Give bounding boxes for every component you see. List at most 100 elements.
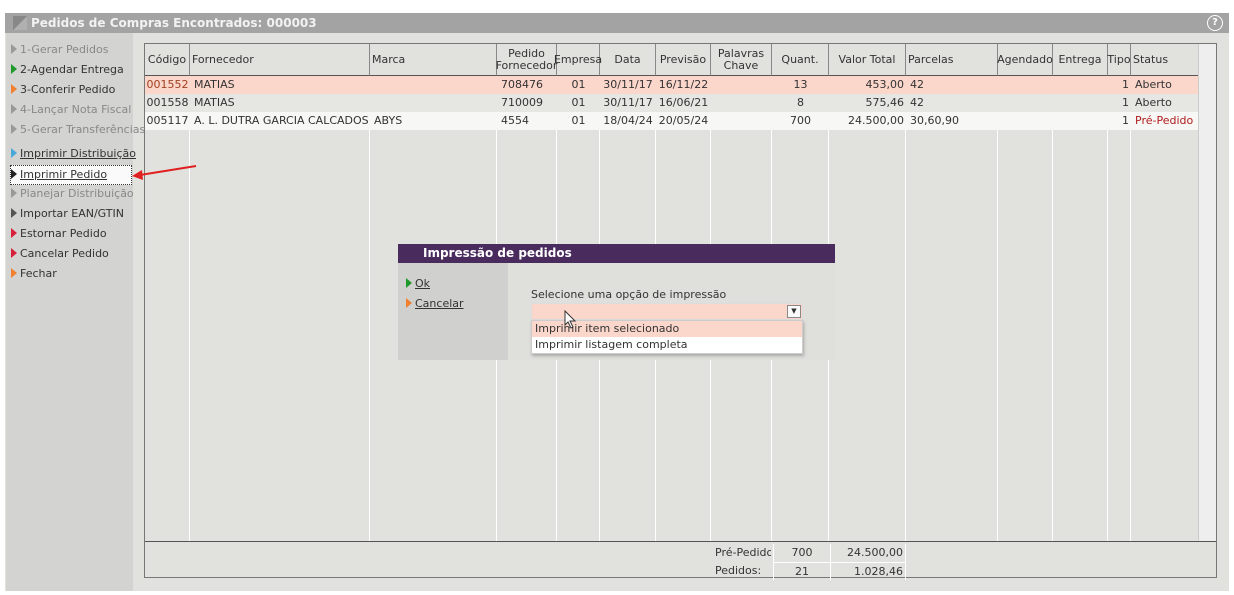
play-icon — [11, 228, 17, 238]
table-row[interactable]: 001558 MATIAS 710009 01 30/11/17 16/06/21 8 575… — [145, 94, 1200, 112]
sidebar-item-label: 3-Conferir Pedido — [20, 83, 116, 96]
cell-fornecedor: MATIAS — [194, 96, 235, 109]
play-icon — [406, 278, 412, 288]
sidebar-item-3-conferir-pedido[interactable]: 3-Conferir Pedido — [11, 81, 115, 99]
sidebar-item-1-gerar-pedidos[interactable]: 1-Gerar Pedidos — [11, 41, 108, 59]
cell-previs-o: 20/05/24 — [658, 114, 709, 127]
column-header-parcelas[interactable]: Parcelas — [906, 44, 998, 76]
cell-quant-: 8 — [797, 96, 804, 109]
sidebar-item-importar-ean-gtin[interactable]: Importar EAN/GTIN — [11, 205, 124, 223]
sidebar-item-label: Cancelar Pedido — [20, 247, 109, 260]
cell-fornecedor: MATIAS — [194, 78, 235, 91]
sidebar-item-label: Planejar Distribuição — [20, 187, 134, 200]
ok-label: Ok — [415, 277, 431, 290]
cell-valor-total: 24.500,00 — [848, 114, 904, 127]
ok-button[interactable]: Ok — [406, 275, 430, 293]
play-icon — [11, 268, 17, 278]
sidebar-item-5-gerar-transfer-ncias[interactable]: 5-Gerar Transferências — [11, 121, 145, 139]
sidebar-item-label: Importar EAN/GTIN — [20, 207, 125, 220]
sidebar-item-label: 1-Gerar Pedidos — [20, 43, 109, 56]
play-icon — [11, 148, 17, 158]
window-icon — [13, 16, 27, 30]
sidebar-item-label: 2-Agendar Entrega — [20, 63, 124, 76]
cell-quant-: 13 — [793, 78, 808, 91]
cell-status: Aberto — [1135, 96, 1172, 109]
cell-previs-o: 16/06/21 — [658, 96, 709, 109]
print-dialog: Impressão de pedidos Ok Cancelar Selecio… — [398, 244, 835, 360]
cell-data: 30/11/17 — [603, 78, 653, 91]
sidebar-item-imprimir-distribui-o[interactable]: Imprimir Distribuição — [11, 145, 136, 163]
table-row[interactable]: 001552 MATIAS 708476 01 30/11/17 16/11/22 13 45… — [145, 76, 1200, 94]
cancel-label: Cancelar — [415, 297, 464, 310]
red-arrow-annotation — [132, 165, 197, 180]
cell-valor-total: 453,00 — [865, 78, 905, 91]
play-icon — [11, 104, 17, 114]
cell-data: 30/11/17 — [603, 96, 653, 109]
column-header-previs-o[interactable]: Previsão — [656, 44, 711, 76]
column-header-status[interactable]: Status — [1131, 44, 1200, 76]
column-header-valor-total[interactable]: Valor Total — [829, 44, 906, 76]
cell-tipo: 1 — [1122, 78, 1129, 91]
cell-valor-total: 575,46 — [865, 96, 905, 109]
cell-parcelas: 30,60,90 — [910, 114, 959, 127]
sidebar-item-fechar[interactable]: Fechar — [11, 265, 57, 283]
cell-entrega — [1053, 112, 1108, 130]
cell-pedido-fornecedor: 710009 — [501, 96, 543, 109]
column-header-data[interactable]: Data — [600, 44, 656, 76]
chevron-down-icon[interactable]: ▼ — [787, 305, 801, 318]
cell-entrega — [1053, 76, 1108, 94]
cell-c-digo: 005117 — [146, 114, 189, 127]
cell-marca: ABYS — [374, 114, 403, 127]
cell-data: 18/04/24 — [603, 114, 653, 127]
play-icon — [11, 208, 17, 218]
sidebar-item-estornar-pedido[interactable]: Estornar Pedido — [11, 225, 107, 243]
cell-previs-o: 16/11/22 — [658, 78, 709, 91]
column-header-entrega[interactable]: Entrega — [1053, 44, 1108, 76]
sidebar-item-label: 4-Lançar Nota Fiscal — [20, 103, 132, 116]
cell-agendado — [998, 76, 1053, 94]
cell-agendado — [998, 94, 1053, 112]
sidebar-item-4-lan-ar-nota-fiscal[interactable]: 4-Lançar Nota Fiscal — [11, 101, 131, 119]
cancel-button[interactable]: Cancelar — [406, 295, 464, 313]
dialog-actions: Ok Cancelar — [398, 263, 508, 360]
play-icon — [11, 44, 17, 54]
cell-palavras-chave — [711, 94, 772, 112]
cell-parcelas: 42 — [910, 96, 924, 109]
table-row[interactable]: 005117 A. L. DUTRA GARCIA CALCADOS ME ABYS… — [145, 112, 1200, 130]
sidebar-item-label: Fechar — [20, 267, 57, 280]
sidebar-item-2-agendar-entrega[interactable]: 2-Agendar Entrega — [11, 61, 124, 79]
cell-pedido-fornecedor: 708476 — [501, 78, 543, 91]
cell-status: Aberto — [1135, 78, 1172, 91]
column-header-agendado[interactable]: Agendado — [997, 44, 1053, 76]
pedidos-qty: 21 — [773, 562, 831, 581]
sidebar-item-label: Imprimir Pedido — [20, 168, 108, 181]
play-icon — [11, 84, 17, 94]
cell-c-digo: 001552 — [146, 78, 189, 91]
help-icon[interactable]: ? — [1207, 15, 1223, 31]
column-header-marca[interactable]: Marca — [370, 44, 497, 76]
column-header-fornecedor[interactable]: Fornecedor — [190, 44, 370, 76]
column-header-pedido-fornecedor[interactable]: Pedido Fornecedor — [496, 44, 557, 76]
cell-status: Pré-Pedido — [1135, 114, 1194, 127]
play-icon — [406, 298, 412, 308]
cell-fornecedor: A. L. DUTRA GARCIA CALCADOS ME — [194, 114, 370, 127]
column-header-tipo[interactable]: Tipo — [1107, 44, 1131, 76]
pedidos-total: 1.028,46 — [830, 562, 906, 580]
cell-agendado — [998, 112, 1053, 130]
cell-empresa: 01 — [571, 114, 586, 127]
sidebar-item-cancelar-pedido[interactable]: Cancelar Pedido — [11, 245, 109, 263]
play-icon — [11, 64, 17, 74]
sidebar-item-label: Imprimir Distribuição — [20, 147, 136, 160]
column-header-quant-[interactable]: Quant. — [772, 44, 829, 76]
play-icon — [11, 188, 17, 198]
column-header-empresa[interactable]: Empresa — [554, 44, 602, 76]
sidebar: 1-Gerar Pedidos 2-Agendar Entrega 3-Confer… — [6, 33, 145, 591]
vertical-scrollbar[interactable] — [1198, 44, 1216, 541]
sidebar-item-planejar-distribui-o[interactable]: Planejar Distribuição — [11, 185, 134, 203]
cell-quant-: 700 — [790, 114, 811, 127]
column-header-palavras-chave[interactable]: Palavras Chave — [711, 44, 772, 76]
sidebar-item-imprimir-pedido[interactable]: Imprimir Pedido — [10, 165, 132, 185]
column-header-c-digo[interactable]: Código — [145, 44, 190, 76]
pre-pedidos-qty: 700 — [773, 544, 831, 562]
option-print-full-list[interactable]: Imprimir listagem completa — [532, 337, 802, 353]
